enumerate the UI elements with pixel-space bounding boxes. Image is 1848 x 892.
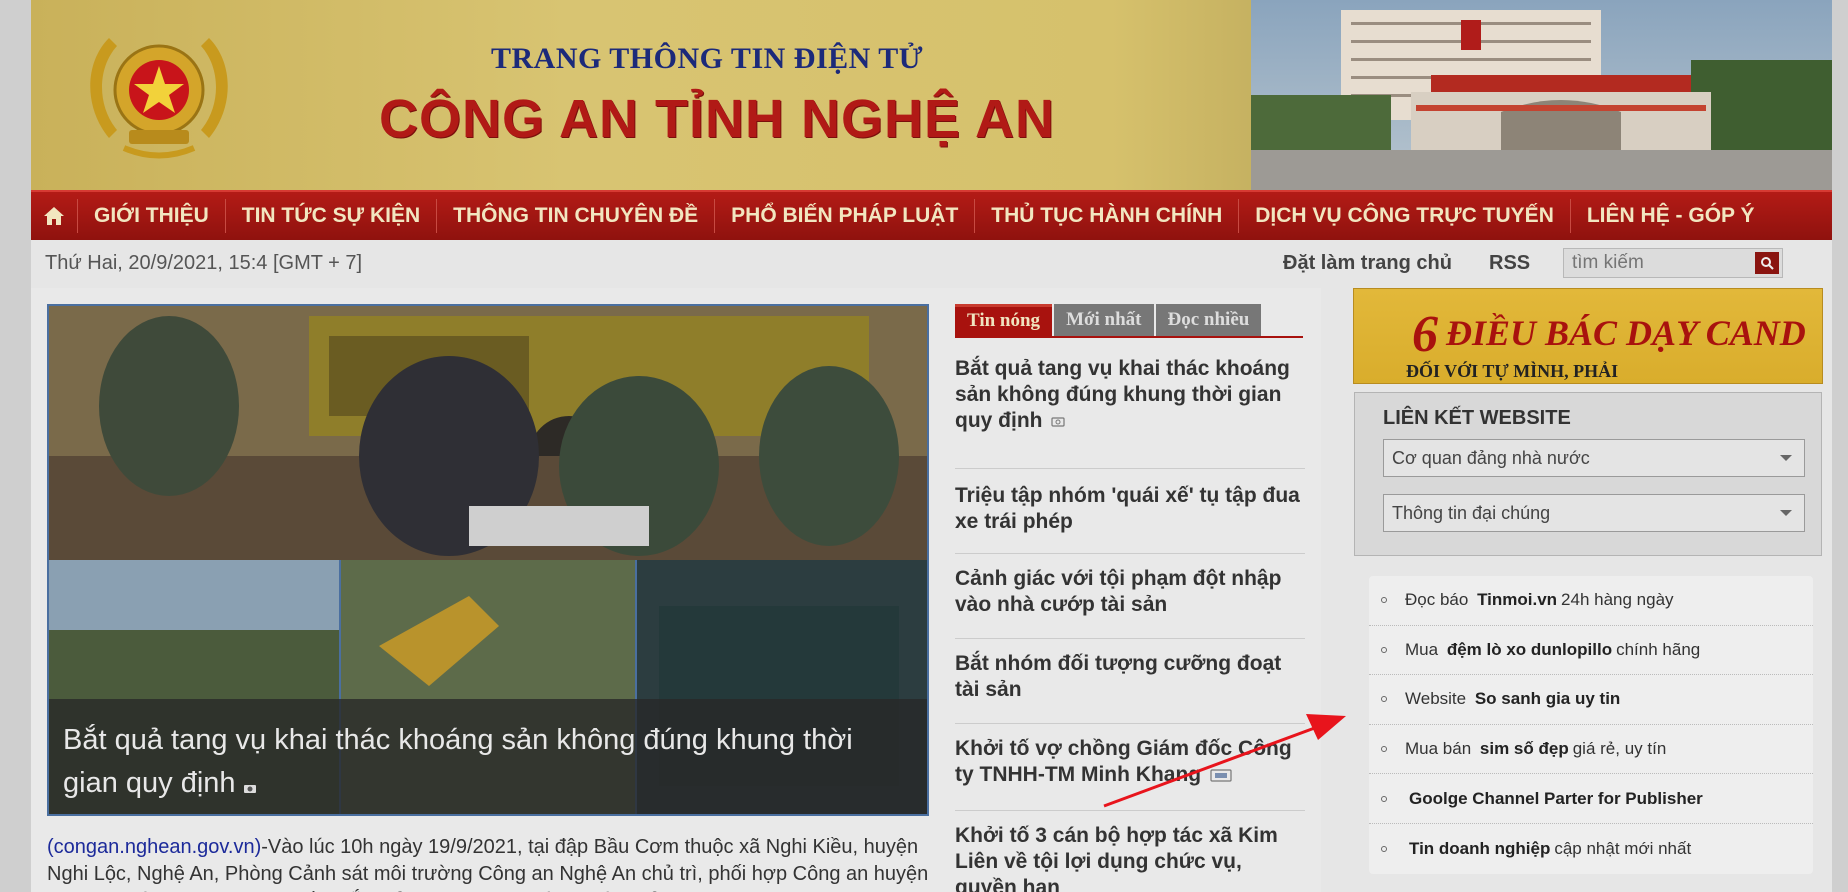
- promo-subtext: ĐỐI VỚI TỰ MÌNH, PHẢI: [1406, 361, 1619, 381]
- ad-link[interactable]: Tinmoi.vn: [1477, 590, 1557, 610]
- nav-item-chuyen-de[interactable]: THÔNG TIN CHUYÊN ĐỀ: [436, 199, 714, 233]
- ad-post: 24h hàng ngày: [1561, 590, 1674, 610]
- list-item[interactable]: Mua đệm lò xo dunlopillo chính hãng: [1369, 626, 1813, 676]
- main-nav: GIỚI THIỆU TIN TỨC SỰ KIỆN THÔNG TIN CHU…: [31, 190, 1832, 240]
- chevron-down-icon: [1774, 503, 1798, 523]
- ad-post: giá rẻ, uy tín: [1572, 739, 1667, 759]
- rss-link[interactable]: RSS: [1489, 252, 1530, 275]
- promo-heading-text: ĐIỀU BÁC DẠY CAND: [1446, 313, 1806, 353]
- nav-home[interactable]: [31, 193, 77, 239]
- featured-article[interactable]: Bắt quả tang vụ khai thác khoáng sản khô…: [47, 304, 929, 816]
- news-title[interactable]: Cảnh giác với tội phạm đột nhập vào nhà …: [955, 567, 1281, 616]
- website-links-box: LIÊN KẾT WEBSITE Cơ quan đảng nhà nước T…: [1354, 392, 1822, 556]
- camera-icon: [1051, 417, 1065, 428]
- ad-link[interactable]: Tin doanh nghiệp: [1409, 839, 1550, 859]
- police-emblem-icon: [90, 38, 228, 159]
- news-list: Bắt quả tang vụ khai thác khoáng sản khô…: [955, 348, 1305, 892]
- ad-link[interactable]: đệm lò xo dunlopillo: [1447, 640, 1612, 660]
- ad-pre: Mua bán: [1405, 739, 1472, 759]
- nav-item-lien-he[interactable]: LIÊN HỆ - GÓP Ý: [1569, 199, 1771, 233]
- news-title[interactable]: Khởi tố 3 cán bộ hợp tác xã Kim Liên về …: [955, 824, 1278, 892]
- featured-lead: (congan.nghean.gov.vn)-Vào lúc 10h ngày …: [47, 834, 929, 892]
- select-co-quan[interactable]: Cơ quan đảng nhà nước: [1383, 439, 1805, 477]
- bullet-icon: [1381, 597, 1387, 604]
- search-box: [1563, 248, 1783, 278]
- home-icon: [44, 207, 64, 225]
- nav-item-tin-tuc[interactable]: TIN TỨC SỰ KIỆN: [224, 199, 436, 233]
- site-subtitle: TRANG THÔNG TIN ĐIỆN TỬ: [491, 42, 924, 75]
- set-homepage-link[interactable]: Đặt làm trang chủ: [1283, 252, 1452, 275]
- news-item[interactable]: Khởi tố vợ chồng Giám đốc Công ty TNHH-T…: [955, 724, 1305, 811]
- featured-caption[interactable]: Bắt quả tang vụ khai thác khoáng sản khô…: [49, 699, 927, 814]
- select-value: Thông tin đại chúng: [1392, 503, 1551, 523]
- links-title: LIÊN KẾT WEBSITE: [1383, 407, 1571, 429]
- nav-item-thu-tuc[interactable]: THỦ TỤC HÀNH CHÍNH: [974, 199, 1238, 233]
- chevron-down-icon: [1774, 448, 1798, 468]
- page: TRANG THÔNG TIN ĐIỆN TỬ CÔNG AN TỈNH NGH…: [31, 0, 1832, 892]
- list-item[interactable]: Tin doanh nghiệp cập nhật mới nhất: [1369, 824, 1813, 874]
- camera-icon: [243, 784, 256, 793]
- lead-source[interactable]: (congan.nghean.gov.vn): [47, 836, 261, 858]
- ad-post: chính hãng: [1616, 639, 1701, 659]
- search-icon: [1761, 257, 1774, 270]
- list-item[interactable]: Đọc báo Tinmoi.vn 24h hàng ngày: [1369, 576, 1813, 626]
- header-banner[interactable]: TRANG THÔNG TIN ĐIỆN TỬ CÔNG AN TỈNH NGH…: [31, 0, 1832, 190]
- ad-post: cập nhật mới nhất: [1554, 838, 1692, 858]
- bullet-icon: [1381, 646, 1387, 653]
- news-tabs: Tin nóng Mới nhất Đọc nhiều: [955, 304, 1262, 336]
- current-date: Thứ Hai, 20/9/2021, 15:4 [GMT + 7]: [45, 252, 363, 274]
- promo-banner[interactable]: 6 ĐIỀU BÁC DẠY CAND ĐỐI VỚI TỰ MÌNH, PHẢI: [1353, 288, 1823, 384]
- news-title[interactable]: Khởi tố vợ chồng Giám đốc Công ty TNHH-T…: [955, 737, 1292, 786]
- nav-item-dich-vu-cong[interactable]: DỊCH VỤ CÔNG TRỰC TUYẾN: [1238, 199, 1570, 233]
- ad-link[interactable]: Goolge Channel Parter for Publisher: [1409, 789, 1703, 809]
- news-item[interactable]: Cảnh giác với tội phạm đột nhập vào nhà …: [955, 554, 1305, 639]
- news-item[interactable]: Khởi tố 3 cán bộ hợp tác xã Kim Liên về …: [955, 811, 1305, 892]
- select-thong-tin[interactable]: Thông tin đại chúng: [1383, 494, 1805, 532]
- featured-title[interactable]: Bắt quả tang vụ khai thác khoáng sản khô…: [63, 724, 853, 799]
- nav-item-phap-luat[interactable]: PHỔ BIẾN PHÁP LUẬT: [714, 199, 974, 233]
- tab-underline: [955, 336, 1303, 338]
- toolbar: Thứ Hai, 20/9/2021, 15:4 [GMT + 7] Đặt l…: [31, 240, 1832, 288]
- tab-tin-nong[interactable]: Tin nóng: [955, 304, 1053, 336]
- bullet-icon: [1381, 845, 1387, 852]
- news-item[interactable]: Triệu tập nhóm 'quái xế' tụ tập đua xe t…: [955, 469, 1305, 554]
- promo-number: 6: [1412, 306, 1438, 363]
- list-item[interactable]: Goolge Channel Parter for Publisher: [1369, 774, 1813, 824]
- nav-item-gioi-thieu[interactable]: GIỚI THIỆU: [77, 199, 225, 233]
- sponsored-links: Đọc báo Tinmoi.vn 24h hàng ngày Mua đệm l…: [1369, 576, 1813, 874]
- ad-link[interactable]: sim số đẹp: [1480, 739, 1569, 759]
- tab-doc-nhieu[interactable]: Đọc nhiều: [1155, 304, 1262, 336]
- promo-heading: 6 ĐIỀU BÁC DẠY CAND: [1412, 299, 1806, 363]
- main-content: Bắt quả tang vụ khai thác khoáng sản khô…: [31, 288, 1321, 892]
- list-item[interactable]: Website So sanh gia uy tin: [1369, 675, 1813, 725]
- list-item[interactable]: Mua bán sim số đẹp giá rẻ, uy tín: [1369, 725, 1813, 775]
- news-title[interactable]: Bắt nhóm đối tượng cưỡng đoạt tài sản: [955, 652, 1281, 701]
- tab-moi-nhat[interactable]: Mới nhất: [1054, 304, 1154, 336]
- news-title[interactable]: Bắt quả tang vụ khai thác khoáng sản khô…: [955, 357, 1290, 432]
- site-title: CÔNG AN TỈNH NGHỆ AN: [379, 89, 1055, 149]
- news-item[interactable]: Bắt quả tang vụ khai thác khoáng sản khô…: [955, 348, 1305, 469]
- ad-pre: Mua: [1405, 639, 1439, 659]
- ad-pre: Website: [1405, 689, 1467, 709]
- news-item[interactable]: Bắt nhóm đối tượng cưỡng đoạt tài sản: [955, 639, 1305, 724]
- bullet-icon: [1381, 795, 1387, 802]
- search-input[interactable]: [1564, 249, 1749, 277]
- search-button[interactable]: [1755, 252, 1779, 274]
- bullet-icon: [1381, 746, 1387, 753]
- bullet-icon: [1381, 696, 1387, 703]
- ad-pre: Đọc báo: [1405, 590, 1469, 610]
- video-icon: [1210, 769, 1232, 783]
- select-value: Cơ quan đảng nhà nước: [1392, 448, 1590, 468]
- ad-link[interactable]: So sanh gia uy tin: [1475, 689, 1620, 709]
- headquarters-photo: [1251, 0, 1832, 190]
- news-title[interactable]: Triệu tập nhóm 'quái xế' tụ tập đua xe t…: [955, 484, 1300, 533]
